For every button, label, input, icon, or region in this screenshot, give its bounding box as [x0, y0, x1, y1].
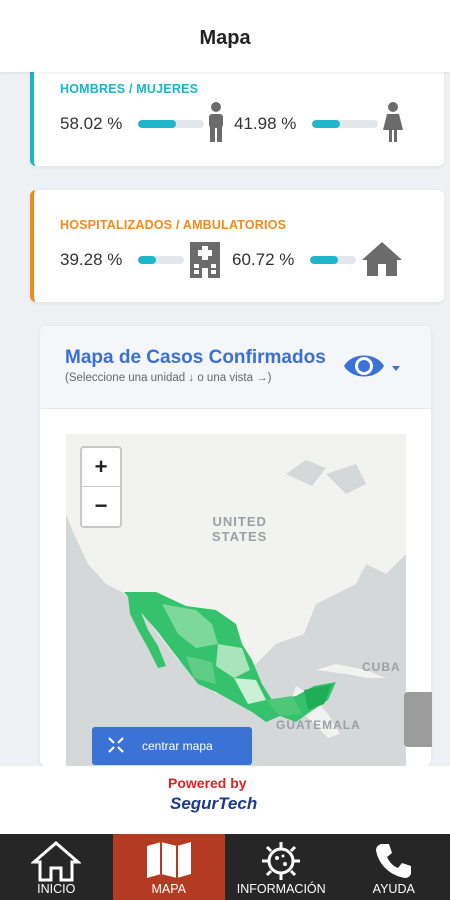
crosshair-icon: [108, 736, 124, 756]
women-bar-fill: [312, 120, 340, 128]
zoom-in-button[interactable]: +: [82, 448, 120, 486]
view-selector-eye-icon[interactable]: [342, 348, 404, 389]
virus-icon: [259, 840, 303, 887]
map-label-united-states: UNITED STATES: [212, 514, 267, 544]
house-icon: [360, 240, 404, 283]
home-icon: [30, 840, 83, 887]
nav-item-mapa[interactable]: MAPA: [112, 834, 225, 900]
hospitalized-bar: [138, 256, 184, 264]
ambulatory-bar-fill: [310, 256, 338, 264]
map-label-us-line2: STATES: [212, 529, 268, 544]
men-bar: [138, 120, 204, 128]
bottom-nav: INICIO MAPA INFORMACIÓN AYUDA: [0, 834, 450, 900]
ambulatory-percentage: 60.72 %: [232, 250, 295, 269]
center-map-label: centrar mapa: [142, 739, 213, 753]
map-card: Mapa de Casos Confirmados (Seleccione un…: [40, 326, 431, 766]
segurtech-logo: SegurTech: [170, 794, 258, 813]
scroll-tab[interactable]: [404, 692, 432, 747]
zoom-out-button[interactable]: −: [82, 487, 120, 525]
women-bar: [312, 120, 378, 128]
map-title: Mapa de Casos Confirmados: [65, 347, 326, 368]
powered-by-footer: Powered by SegurTech: [0, 766, 450, 834]
map-card-header: Mapa de Casos Confirmados (Seleccione un…: [40, 326, 431, 409]
hospital-icon: [188, 240, 222, 283]
hospitalization-card-title: HOSPITALIZADOS / AMBULATORIOS: [60, 218, 287, 232]
page-title: Mapa: [199, 26, 251, 49]
ambulatory-bar: [310, 256, 356, 264]
powered-by-text: Powered by: [168, 775, 247, 791]
nav-item-ayuda[interactable]: AYUDA: [338, 834, 450, 900]
app-header: Mapa: [0, 0, 450, 72]
map-view[interactable]: UNITED STATES CUBA GUATEMALA + −: [66, 434, 406, 766]
male-icon: [206, 102, 226, 147]
map-label-us-line1: UNITED: [212, 514, 267, 529]
gender-card-title: HOMBRES / MUJERES: [60, 82, 199, 96]
hospitalization-card: HOSPITALIZADOS / AMBULATORIOS 39.28 % 60…: [30, 190, 444, 302]
women-percentage: 41.98 %: [234, 114, 297, 133]
map-label-cuba: CUBA: [362, 660, 401, 674]
map-subtitle: (Seleccione una unidad ↓ o una vista →): [65, 372, 272, 384]
hospitalized-percentage: 39.28 %: [60, 250, 123, 269]
men-bar-fill: [138, 120, 177, 128]
map-label-guatemala: GUATEMALA: [276, 718, 361, 732]
hospitalized-bar-fill: [138, 256, 157, 264]
phone-icon: [374, 840, 414, 885]
nav-item-inicio[interactable]: INICIO: [0, 834, 113, 900]
nav-item-informacion[interactable]: INFORMACIÓN: [225, 834, 338, 900]
center-map-button[interactable]: centrar mapa: [92, 727, 252, 765]
men-percentage: 58.02 %: [60, 114, 123, 133]
female-icon: [382, 102, 404, 147]
zoom-control: + −: [80, 446, 122, 528]
map-icon: [144, 840, 194, 885]
